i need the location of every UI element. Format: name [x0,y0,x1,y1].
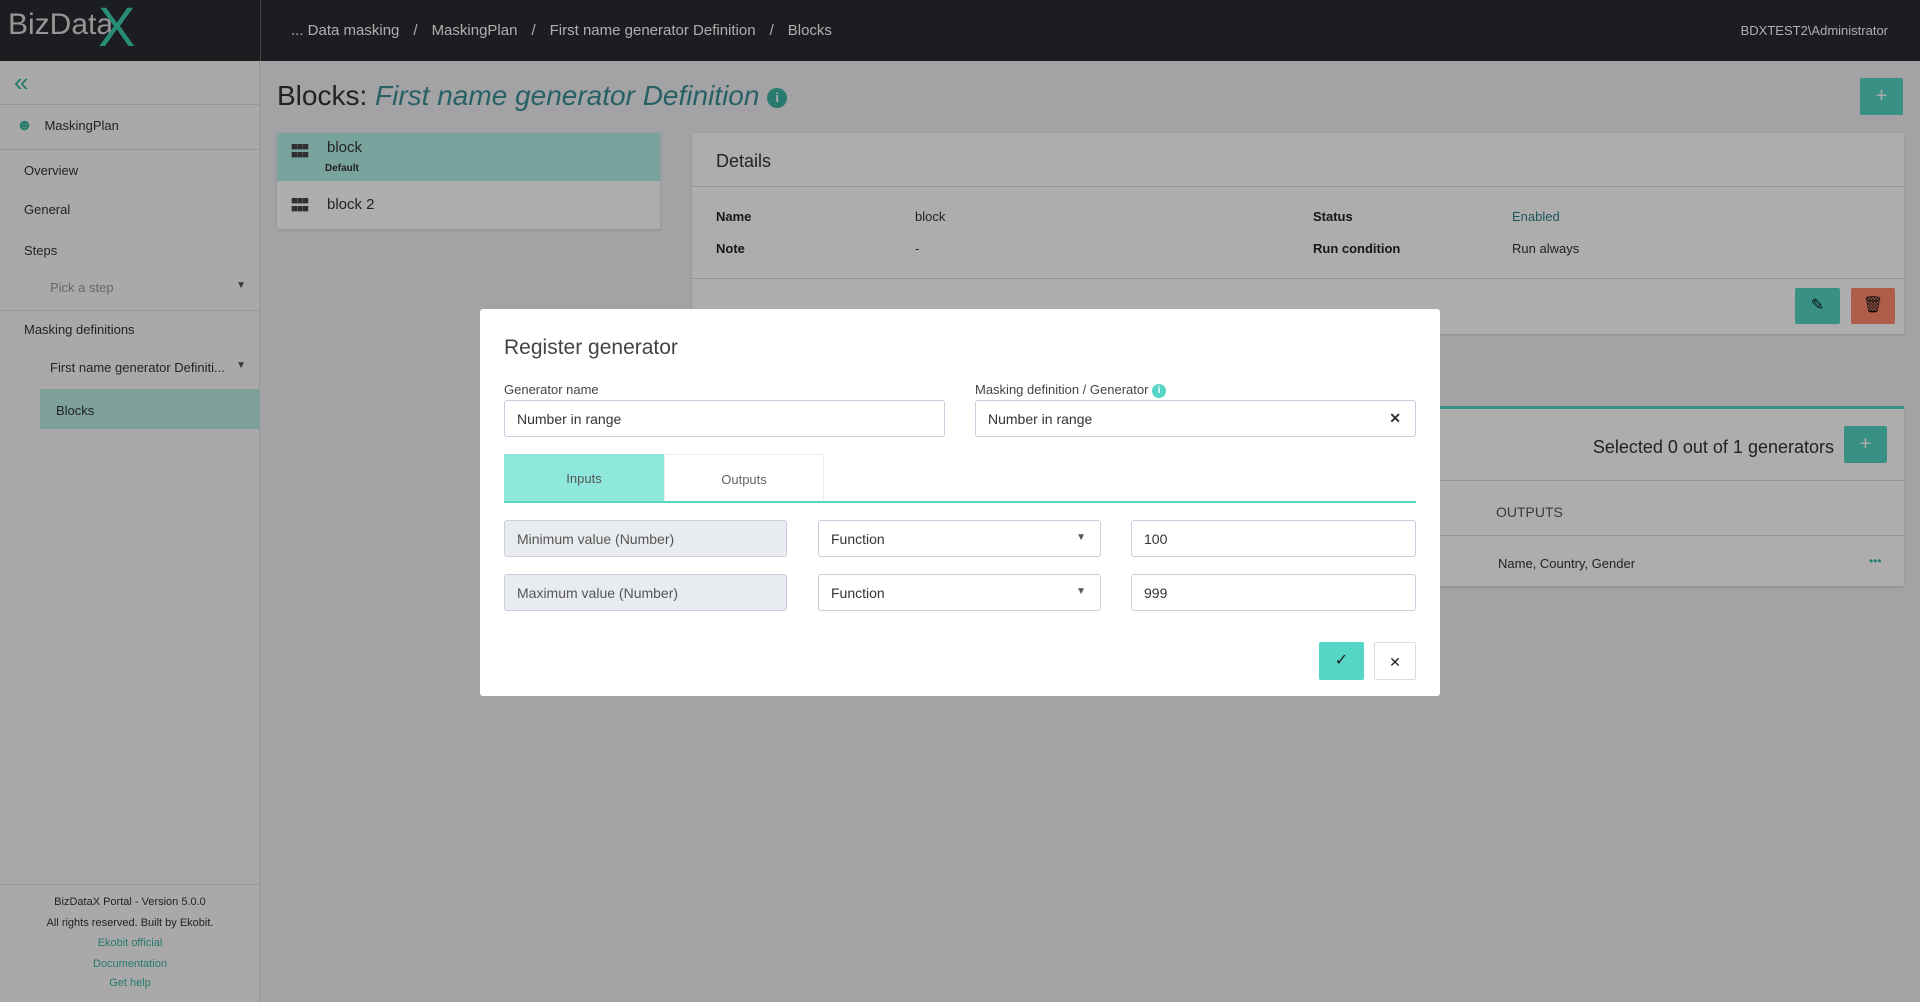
tab-underline [504,501,1416,503]
value-type-select[interactable]: Function [818,574,1101,611]
info-icon[interactable]: i [1152,383,1167,398]
definition-select[interactable]: Number in range ✕ [975,400,1416,437]
definition-value: Number in range [988,411,1093,427]
generator-name-input[interactable]: Number in range [504,400,945,437]
param-value-input[interactable]: 999 [1131,574,1416,611]
param-value-input[interactable]: 100 [1131,520,1416,557]
confirm-button[interactable]: ✓ [1319,642,1364,680]
tab-inputs[interactable]: Inputs [504,454,664,502]
param-name-field: Maximum value (Number) [504,574,787,611]
param-name-field: Minimum value (Number) [504,520,787,557]
generator-name-label: Generator name [504,382,599,397]
tab-outputs[interactable]: Outputs [664,454,824,502]
dialog-title: Register generator [504,336,678,359]
value-type-select[interactable]: Function [818,520,1101,557]
register-generator-dialog: Register generator Generator name Number… [480,309,1440,696]
definition-label-text: Masking definition / Generator [975,382,1149,397]
definition-label: Masking definition / Generator i [975,382,1167,398]
clear-icon[interactable]: ✕ [1389,410,1401,427]
cancel-button[interactable]: ✕ [1374,642,1416,680]
